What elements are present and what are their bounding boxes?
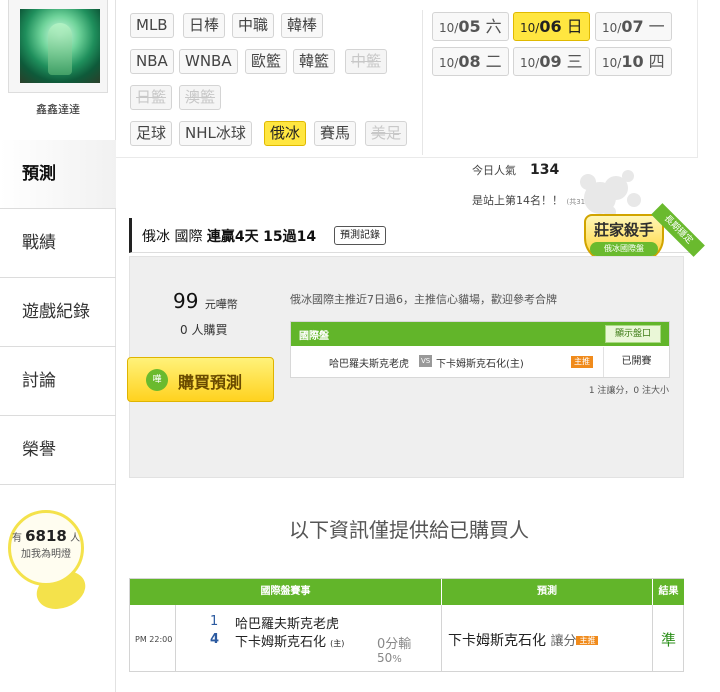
buy-prediction-label: 購買預測 <box>178 373 243 392</box>
price: 99 元嘩幣 <box>173 289 238 313</box>
league-tag-nba[interactable]: NBA <box>130 49 174 74</box>
league-tag-jpbaseball[interactable]: 日棒 <box>183 13 226 38</box>
buy-prediction-button[interactable]: 嘩 購買預測 <box>127 357 274 402</box>
pick-team: 下卡姆斯克石化 讓分 主推 <box>448 630 599 650</box>
lamp-count-text: 有 6818 人 加我為明燈 <box>11 527 81 560</box>
result-value: 準 <box>661 631 677 649</box>
bet-count-note: 1 注讓分，0 注大小 <box>588 386 669 396</box>
side-nav: 預測 戰績 遊戲紀錄 討論 榮譽 <box>0 140 116 485</box>
league-tag-cnbasketball: 中籃 <box>345 49 388 74</box>
header-result: 結果 <box>653 579 684 605</box>
sidebar-item-honor[interactable]: 榮譽 <box>0 416 116 485</box>
date-1007[interactable]: 10/07 一 <box>595 12 672 41</box>
rotation-number-1: 1 <box>210 614 219 629</box>
prediction-title: 俄冰 國際 連贏4天 15過14 <box>142 229 317 245</box>
league-tag-soccer[interactable]: 足球 <box>130 121 173 146</box>
market-table: 國際盤 顯示盤口 哈巴羅夫斯克老虎 VS 下卡姆斯克石化(主) 主推 已開賽 <box>290 321 670 378</box>
league-tag-mlb[interactable]: MLB <box>130 13 174 38</box>
show-line-button[interactable]: 顯示盤口 <box>605 325 661 343</box>
popularity-stat: 今日人氣 134 <box>472 162 560 178</box>
sidebar-item-game-log[interactable]: 遊戲紀錄 <box>0 278 116 347</box>
coin-icon: 嘩 <box>146 369 168 391</box>
header-pick: 預測 <box>442 579 652 605</box>
league-tag-wnba[interactable]: WNBA <box>179 49 238 74</box>
vs-icon: VS <box>419 355 433 367</box>
date-1006[interactable]: 10/06 日 <box>513 12 590 41</box>
results-table: 國際盤賽事 預測 結果 PM 22:00 1 4 哈巴羅夫斯克老虎 下卡姆斯克石… <box>129 578 684 672</box>
avatar[interactable] <box>8 0 108 93</box>
league-tag-horseracing[interactable]: 賽馬 <box>314 121 357 146</box>
league-tag-khl[interactable]: 俄冰 <box>264 121 307 146</box>
date-1009[interactable]: 10/09 三 <box>513 47 590 76</box>
league-tag-krbasketball[interactable]: 韓籃 <box>293 49 336 74</box>
username[interactable]: 鑫鑫達達 <box>0 101 116 117</box>
away-team: 下卡姆斯克石化(主) <box>436 359 524 370</box>
date-1008[interactable]: 10/08 二 <box>432 47 509 76</box>
league-tag-nhl[interactable]: NHL冰球 <box>179 121 252 146</box>
sidebar-item-predict[interactable]: 預測 <box>0 140 116 209</box>
buyer-count: 0 人購買 <box>180 323 228 337</box>
prediction-panel: 99 元嘩幣 0 人購買 嘩 購買預測 俄冰國際主推近7日過6，主推信心貓場，歡… <box>127 256 684 478</box>
league-tag-nfl: 美足 <box>365 121 408 146</box>
date-1010[interactable]: 10/10 四 <box>595 47 672 76</box>
light-bulb-badge[interactable]: 有 6818 人 加我為明燈 <box>6 510 91 616</box>
sidebar-item-record[interactable]: 戰績 <box>0 209 116 278</box>
header-game: 國際盤賽事 <box>130 579 441 605</box>
league-tag-aubasketball: 澳籃 <box>179 85 222 110</box>
avatar-image <box>20 9 100 83</box>
league-tag-eubasketball[interactable]: 歐籃 <box>245 49 288 74</box>
record-button[interactable]: 預測記錄 <box>334 226 386 245</box>
league-tag-kbo[interactable]: 韓棒 <box>281 13 324 38</box>
league-tag-cpbl[interactable]: 中職 <box>232 13 275 38</box>
team-home: 下卡姆斯克石化 (主) <box>235 635 345 650</box>
handicap-pct: 50% <box>377 651 402 665</box>
home-team: 哈巴羅夫斯克老虎 <box>329 359 409 370</box>
sidebar-item-discuss[interactable]: 討論 <box>0 347 116 416</box>
prediction-description: 俄冰國際主推近7日過6，主推信心貓場，歡迎參考合牌 <box>290 293 557 306</box>
team-away: 哈巴羅夫斯克老虎 <box>235 617 340 632</box>
rotation-number-2: 4 <box>210 632 220 647</box>
decor-splash-icon <box>580 170 641 218</box>
market-table-header: 國際盤 顯示盤口 <box>291 322 669 346</box>
game-time: PM 22:00 <box>135 635 173 644</box>
main-pick-tag: 主推 <box>571 356 593 368</box>
buyers-only-notice: 以下資訊僅提供給已購買人 <box>289 518 529 542</box>
main-pick-tag: 主推 <box>576 636 599 645</box>
sidebar: 鑫鑫達達 預測 戰績 遊戲紀錄 討論 榮譽 有 6818 人 加我為明燈 <box>0 0 116 692</box>
league-tag-jpbasketball: 日籃 <box>130 85 173 110</box>
filter-bar: MLB 日棒 中職 韓棒 NBA WNBA 歐籃 韓籃 中籃 日籃 澳籃 足球 … <box>116 0 698 158</box>
filter-divider <box>422 10 423 155</box>
game-status: 已開賽 <box>603 347 669 377</box>
date-1005[interactable]: 10/05 六 <box>432 12 509 41</box>
handicap-line: 0分輸 <box>377 637 412 652</box>
market-row: 哈巴羅夫斯克老虎 VS 下卡姆斯克石化(主) 主推 已開賽 <box>291 347 669 377</box>
